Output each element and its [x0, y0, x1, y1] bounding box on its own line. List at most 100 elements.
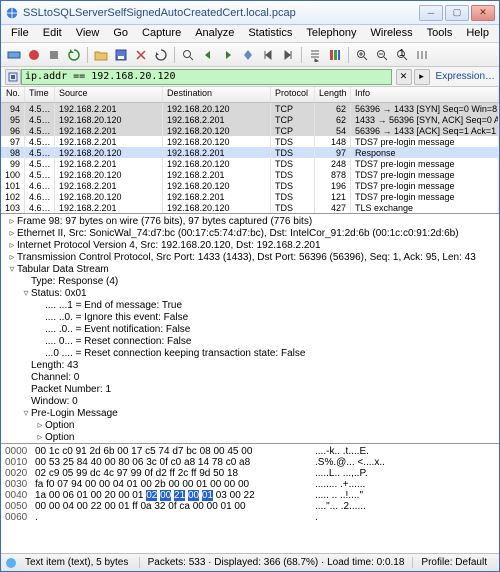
- go-to-packet-icon[interactable]: [239, 46, 257, 64]
- auto-scroll-icon[interactable]: [306, 46, 324, 64]
- menu-view[interactable]: View: [70, 25, 106, 42]
- detail-row[interactable]: .... ..0. = Ignore this event: False: [7, 312, 493, 324]
- hex-row[interactable]: 0060..: [5, 512, 495, 523]
- expand-icon[interactable]: ▹: [35, 432, 45, 444]
- save-file-icon[interactable]: [112, 46, 130, 64]
- restart-capture-icon[interactable]: [65, 46, 83, 64]
- hex-row[interactable]: 005000 00 04 00 22 00 01 ff 0a 32 0f ca …: [5, 501, 495, 512]
- hex-row[interactable]: 001000 53 25 84 40 00 80 06 3c 0f c0 a8 …: [5, 457, 495, 468]
- detail-row[interactable]: ▹Option: [7, 420, 493, 432]
- hex-row[interactable]: 000000 1c c0 91 2d 6b 00 17 c5 74 d7 bc …: [5, 446, 495, 457]
- hex-row[interactable]: 002002 c9 05 99 dc 4c 97 99 0f d2 ff 2c …: [5, 468, 495, 479]
- menu-help[interactable]: Help: [460, 25, 495, 42]
- detail-row[interactable]: .... 0... = Reset connection: False: [7, 336, 493, 348]
- interfaces-icon[interactable]: [5, 46, 23, 64]
- menu-tools[interactable]: Tools: [421, 25, 459, 42]
- detail-row[interactable]: .... ...1 = End of message: True: [7, 300, 493, 312]
- detail-row[interactable]: ▿Pre-Login Message: [7, 408, 493, 420]
- expression-button[interactable]: Expression…: [436, 71, 495, 82]
- detail-row[interactable]: Packet Number: 1: [7, 384, 493, 396]
- detail-row[interactable]: ▹Transmission Control Protocol, Src Port…: [7, 252, 493, 264]
- zoom-out-icon[interactable]: [373, 46, 391, 64]
- apply-filter-icon[interactable]: ▸: [414, 69, 430, 85]
- packet-details-pane[interactable]: ▹Frame 98: 97 bytes on wire (776 bits), …: [1, 214, 499, 444]
- menu-go[interactable]: Go: [107, 25, 134, 42]
- last-packet-icon[interactable]: [279, 46, 297, 64]
- detail-row[interactable]: ▹Ethernet II, Src: SonicWal_74:d7:bc (00…: [7, 228, 493, 240]
- col-source[interactable]: Source: [55, 87, 163, 102]
- expand-icon[interactable]: ▿: [21, 288, 31, 300]
- detail-row[interactable]: Channel: 0: [7, 372, 493, 384]
- stop-capture-icon[interactable]: [45, 46, 63, 64]
- menu-wireless[interactable]: Wireless: [365, 25, 419, 42]
- open-file-icon[interactable]: [92, 46, 110, 64]
- expand-icon[interactable]: ▹: [35, 420, 45, 432]
- start-capture-icon[interactable]: [25, 46, 43, 64]
- detail-row[interactable]: Type: Response (4): [7, 276, 493, 288]
- hex-row[interactable]: 00401a 00 06 01 00 20 00 01 02 00 21 00 …: [5, 490, 495, 501]
- expand-icon[interactable]: ▿: [7, 264, 17, 276]
- main-toolbar: 1: [1, 43, 499, 67]
- minimize-button[interactable]: ─: [419, 5, 443, 21]
- menu-statistics[interactable]: Statistics: [242, 25, 298, 42]
- find-icon[interactable]: [179, 46, 197, 64]
- status-profile[interactable]: Profile: Default: [413, 557, 495, 568]
- resize-columns-icon[interactable]: [413, 46, 431, 64]
- col-info[interactable]: Info: [351, 87, 499, 102]
- toolbar-separator: [87, 47, 88, 63]
- expand-icon[interactable]: ▹: [7, 228, 17, 240]
- packet-row[interactable]: 1034.6…192.168.2.201192.168.20.120TDS427…: [1, 202, 499, 213]
- col-time[interactable]: Time: [25, 87, 55, 102]
- detail-row[interactable]: ...0 .... = Reset connection keeping tra…: [7, 348, 493, 360]
- reload-icon[interactable]: [152, 46, 170, 64]
- zoom-in-icon[interactable]: [353, 46, 371, 64]
- maximize-button[interactable]: ▢: [445, 5, 469, 21]
- packet-list-body[interactable]: 944.5…192.168.2.201192.168.20.120TCP6256…: [1, 103, 499, 213]
- menu-edit[interactable]: Edit: [37, 25, 68, 42]
- detail-row[interactable]: ▹Internet Protocol Version 4, Src: 192.1…: [7, 240, 493, 252]
- close-button[interactable]: ✕: [471, 5, 495, 21]
- detail-row[interactable]: Length: 43: [7, 360, 493, 372]
- packet-row[interactable]: 1014.6…192.168.2.201192.168.20.120TDS196…: [1, 180, 499, 191]
- close-file-icon[interactable]: [132, 46, 150, 64]
- packet-list-header: No. Time Source Destination Protocol Len…: [1, 87, 499, 103]
- detail-row[interactable]: ▹Frame 98: 97 bytes on wire (776 bits), …: [7, 216, 493, 228]
- title-bar: SSLtoSQLServerSelfSignedAutoCreatedCert.…: [1, 1, 499, 25]
- expand-icon[interactable]: ▹: [7, 240, 17, 252]
- packet-row[interactable]: 954.5…192.168.20.120192.168.2.201TCP6214…: [1, 114, 499, 125]
- detail-row[interactable]: ▹Option: [7, 432, 493, 444]
- expand-icon[interactable]: ▹: [7, 216, 17, 228]
- menu-analyze[interactable]: Analyze: [189, 25, 240, 42]
- clear-filter-icon[interactable]: ✕: [396, 69, 412, 85]
- detail-row[interactable]: ▿Tabular Data Stream: [7, 264, 493, 276]
- expand-icon[interactable]: ▿: [21, 408, 31, 420]
- menu-telephony[interactable]: Telephony: [300, 25, 362, 42]
- col-protocol[interactable]: Protocol: [271, 87, 315, 102]
- detail-row[interactable]: Window: 0: [7, 396, 493, 408]
- bookmark-filter-icon[interactable]: [5, 69, 21, 85]
- display-filter-input[interactable]: [21, 69, 392, 85]
- packet-row[interactable]: 944.5…192.168.2.201192.168.20.120TCP6256…: [1, 103, 499, 114]
- expert-info-icon[interactable]: [5, 557, 17, 569]
- packet-row[interactable]: 974.5…192.168.2.201192.168.20.120TDS148T…: [1, 136, 499, 147]
- packet-bytes-pane[interactable]: 000000 1c c0 91 2d 6b 00 17 c5 74 d7 bc …: [1, 444, 499, 528]
- packet-row[interactable]: 1004.5…192.168.20.120192.168.2.201TDS878…: [1, 169, 499, 180]
- col-length[interactable]: Length: [315, 87, 351, 102]
- hex-row[interactable]: 0030fa f0 07 94 00 00 04 01 00 2b 00 00 …: [5, 479, 495, 490]
- menu-file[interactable]: File: [5, 25, 35, 42]
- detail-row[interactable]: ▿Status: 0x01: [7, 288, 493, 300]
- col-no[interactable]: No.: [1, 87, 25, 102]
- packet-row[interactable]: 1024.6…192.168.20.120192.168.2.201TDS121…: [1, 191, 499, 202]
- col-destination[interactable]: Destination: [163, 87, 271, 102]
- first-packet-icon[interactable]: [259, 46, 277, 64]
- detail-row[interactable]: .... .0.. = Event notification: False: [7, 324, 493, 336]
- menu-capture[interactable]: Capture: [136, 25, 187, 42]
- colorize-icon[interactable]: [326, 46, 344, 64]
- go-back-icon[interactable]: [199, 46, 217, 64]
- go-forward-icon[interactable]: [219, 46, 237, 64]
- packet-row[interactable]: 964.5…192.168.2.201192.168.20.120TCP5456…: [1, 125, 499, 136]
- zoom-reset-icon[interactable]: 1: [393, 46, 411, 64]
- packet-row[interactable]: 994.5…192.168.2.201192.168.20.120TDS248T…: [1, 158, 499, 169]
- packet-row[interactable]: 984.5…192.168.20.120192.168.2.201TDS97Re…: [1, 147, 499, 158]
- expand-icon[interactable]: ▹: [7, 252, 17, 264]
